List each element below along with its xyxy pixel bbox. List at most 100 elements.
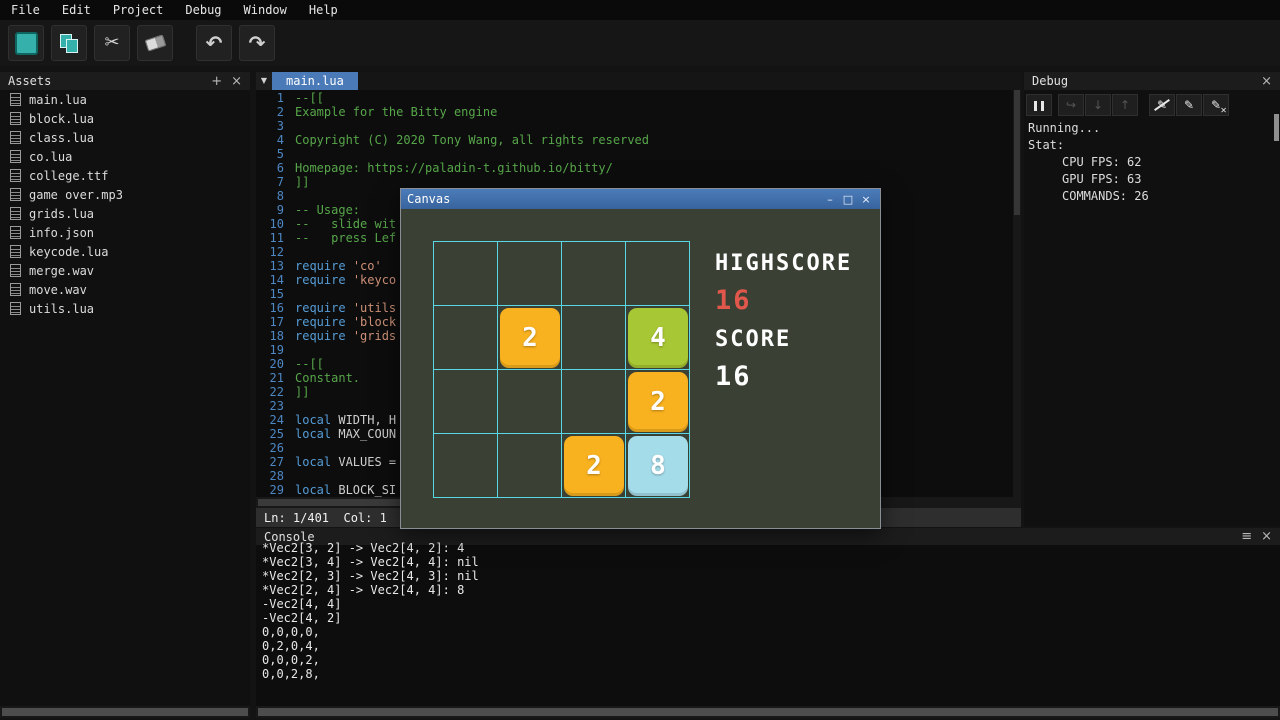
step-over-button[interactable]: ↪ bbox=[1058, 94, 1084, 116]
asset-item[interactable]: merge.wav bbox=[0, 261, 250, 280]
minimize-button[interactable]: – bbox=[822, 193, 838, 206]
menu-bar: FileEditProjectDebugWindowHelp bbox=[0, 0, 1280, 20]
menu-window[interactable]: Window bbox=[233, 3, 298, 17]
menu-file[interactable]: File bbox=[0, 3, 51, 17]
file-icon bbox=[10, 283, 21, 296]
line-number: 29 bbox=[256, 483, 295, 497]
copy-button[interactable] bbox=[51, 25, 87, 61]
console-list-button[interactable]: ≡ bbox=[1241, 530, 1252, 543]
stat-line: GPU FPS: 63 bbox=[1024, 171, 1280, 188]
asset-label: keycode.lua bbox=[29, 245, 108, 259]
asset-label: utils.lua bbox=[29, 302, 94, 316]
file-icon bbox=[10, 207, 21, 220]
asset-label: block.lua bbox=[29, 112, 94, 126]
asset-item[interactable]: main.lua bbox=[0, 90, 250, 109]
cursor-position: Ln: 1/401 Col: 1 bbox=[264, 511, 387, 525]
file-icon bbox=[10, 169, 21, 182]
asset-item[interactable]: info.json bbox=[0, 223, 250, 242]
stat-line: COMMANDS: 26 bbox=[1024, 188, 1280, 205]
menu-project[interactable]: Project bbox=[102, 3, 175, 17]
file-icon bbox=[10, 302, 21, 315]
edit-breakpoints-button[interactable]: ✎ bbox=[1176, 94, 1202, 116]
add-asset-button[interactable]: + bbox=[211, 75, 222, 88]
step-into-button[interactable]: ↓ bbox=[1085, 94, 1111, 116]
run-button[interactable] bbox=[8, 25, 44, 61]
code-line: 5 bbox=[256, 147, 1013, 161]
file-icon bbox=[10, 131, 21, 144]
board-cell bbox=[498, 434, 562, 498]
tile-2: 2 bbox=[564, 436, 624, 496]
score-panel: HIGHSCORE 16 SCORE 16 bbox=[715, 251, 875, 411]
asset-label: info.json bbox=[29, 226, 94, 240]
asset-item[interactable]: move.wav bbox=[0, 280, 250, 299]
tab-main-lua[interactable]: main.lua bbox=[272, 72, 358, 90]
assets-horizontal-scrollbar[interactable] bbox=[0, 706, 250, 718]
assets-close-button[interactable]: × bbox=[231, 75, 242, 88]
file-icon bbox=[10, 226, 21, 239]
editor-vertical-scrollbar[interactable] bbox=[1013, 90, 1021, 497]
line-number: 5 bbox=[256, 147, 295, 161]
asset-item[interactable]: class.lua bbox=[0, 128, 250, 147]
asset-item[interactable]: keycode.lua bbox=[0, 242, 250, 261]
line-number: 28 bbox=[256, 469, 295, 483]
maximize-button[interactable]: □ bbox=[840, 193, 856, 206]
line-number: 22 bbox=[256, 385, 295, 399]
line-number: 18 bbox=[256, 329, 295, 343]
menu-edit[interactable]: Edit bbox=[51, 3, 102, 17]
clear-breakpoints-button[interactable]: ✎ bbox=[1203, 94, 1229, 116]
cut-icon: ✂ bbox=[104, 34, 119, 52]
asset-item[interactable]: block.lua bbox=[0, 109, 250, 128]
canvas-titlebar[interactable]: Canvas – □ × bbox=[401, 189, 880, 209]
assets-header: Assets + × bbox=[0, 72, 250, 90]
file-icon bbox=[10, 150, 21, 163]
disable-breakpoints-button[interactable]: ✎ bbox=[1149, 94, 1175, 116]
window-close-button[interactable]: × bbox=[858, 193, 874, 206]
line-number: 14 bbox=[256, 273, 295, 287]
asset-label: merge.wav bbox=[29, 264, 94, 278]
editor-tabbar: ▼ main.lua bbox=[256, 72, 1021, 90]
line-number: 2 bbox=[256, 105, 295, 119]
menu-debug[interactable]: Debug bbox=[174, 3, 232, 17]
console-line: 0,2,0,4, bbox=[262, 639, 1280, 653]
asset-label: college.ttf bbox=[29, 169, 108, 183]
tab-list-dropdown[interactable]: ▼ bbox=[256, 72, 272, 90]
code-line: 4Copyright (C) 2020 Tony Wang, all right… bbox=[256, 133, 1013, 147]
asset-item[interactable]: utils.lua bbox=[0, 299, 250, 318]
file-icon bbox=[10, 245, 21, 258]
pause-button[interactable] bbox=[1026, 94, 1052, 116]
pencil-icon: ✎ bbox=[1184, 99, 1194, 111]
assets-title: Assets bbox=[8, 74, 51, 88]
debug-scrollbar-thumb[interactable] bbox=[1274, 114, 1279, 141]
asset-item[interactable]: co.lua bbox=[0, 147, 250, 166]
cut-button[interactable]: ✂ bbox=[94, 25, 130, 61]
undo-button[interactable]: ↶ bbox=[196, 25, 232, 61]
board-cell bbox=[626, 242, 690, 306]
board-cell bbox=[434, 370, 498, 434]
line-number: 6 bbox=[256, 161, 295, 175]
step-out-button[interactable]: ↑ bbox=[1112, 94, 1138, 116]
menu-help[interactable]: Help bbox=[298, 3, 349, 17]
canvas-title: Canvas bbox=[407, 192, 450, 206]
asset-item[interactable]: college.ttf bbox=[0, 166, 250, 185]
debug-header: Debug × bbox=[1024, 72, 1280, 90]
console-horizontal-scrollbar[interactable] bbox=[256, 706, 1280, 718]
asset-item[interactable]: grids.lua bbox=[0, 204, 250, 223]
console-close-button[interactable]: × bbox=[1261, 530, 1272, 543]
debug-close-button[interactable]: × bbox=[1261, 75, 1272, 88]
step-out-icon: ↑ bbox=[1120, 99, 1130, 111]
debug-title: Debug bbox=[1032, 74, 1068, 88]
redo-button[interactable]: ↷ bbox=[239, 25, 275, 61]
erase-button[interactable] bbox=[137, 25, 173, 61]
console-line: 0,0,2,8, bbox=[262, 667, 1280, 681]
undo-icon: ↶ bbox=[206, 33, 223, 53]
asset-label: class.lua bbox=[29, 131, 94, 145]
console-line: *Vec2[3, 2] -> Vec2[4, 2]: 4 bbox=[262, 541, 1280, 555]
line-number: 24 bbox=[256, 413, 295, 427]
asset-item[interactable]: game over.mp3 bbox=[0, 185, 250, 204]
line-number: 21 bbox=[256, 371, 295, 385]
asset-label: main.lua bbox=[29, 93, 87, 107]
debug-panel: Debug × ↪ ↓ ↑ ✎ ✎ ✎ bbox=[1024, 72, 1280, 526]
line-number: 8 bbox=[256, 189, 295, 203]
game-viewport[interactable]: 24228 HIGHSCORE 16 SCORE 16 bbox=[401, 209, 880, 528]
line-number: 10 bbox=[256, 217, 295, 231]
